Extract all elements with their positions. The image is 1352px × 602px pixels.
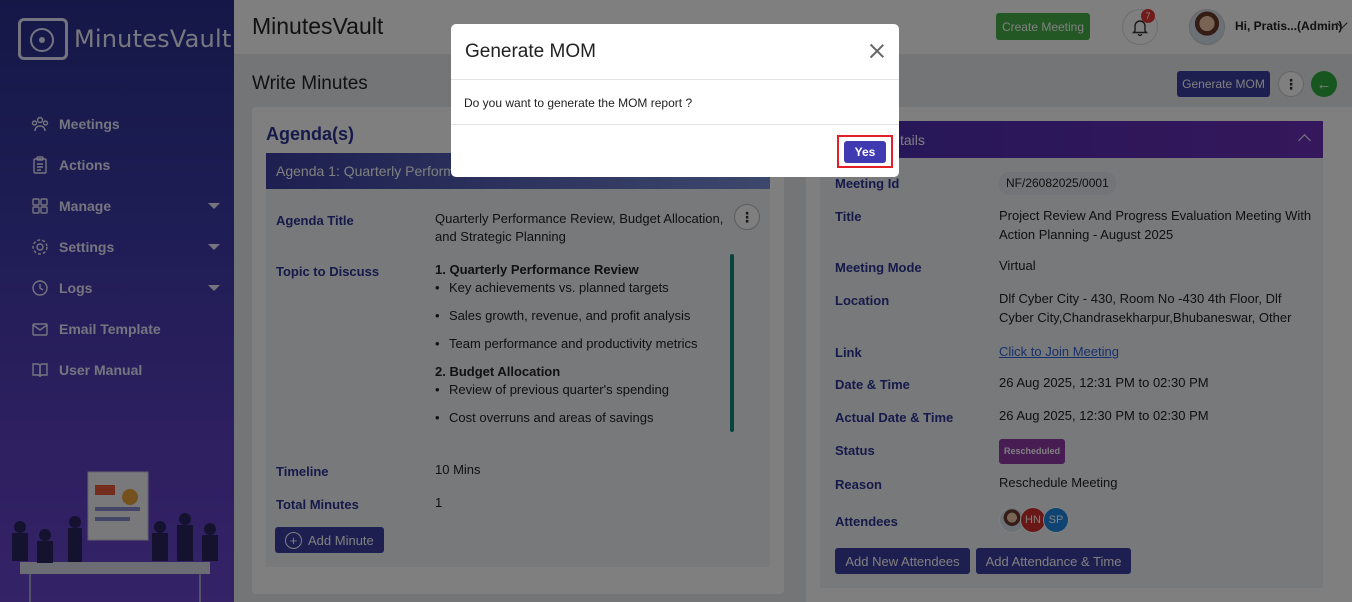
yes-button[interactable]: Yes: [844, 141, 886, 163]
modal-body: Do you want to generate the MOM report ?: [451, 80, 899, 125]
modal-message: Do you want to generate the MOM report ?: [464, 96, 693, 110]
modal-title: Generate MOM: [465, 41, 596, 62]
close-icon[interactable]: [867, 41, 887, 61]
modal-header: Generate MOM: [451, 24, 899, 80]
generate-mom-dialog: Generate MOM Do you want to generate the…: [451, 24, 899, 177]
yes-button-highlight: Yes: [837, 135, 893, 168]
